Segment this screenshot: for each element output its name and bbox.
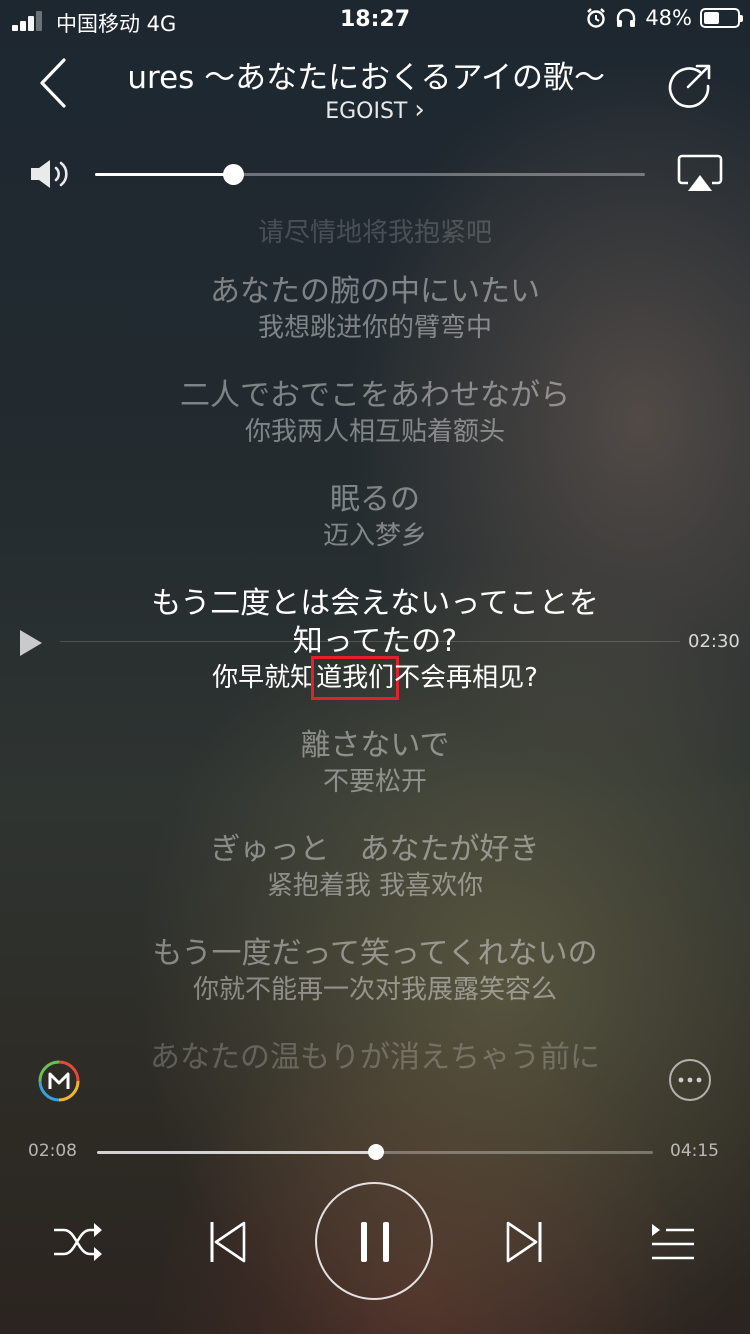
lyric-line: もう一度だって笑ってくれないの 你就不能再一次对我展露笑容么	[0, 935, 750, 1007]
lyric-line: 離さないで 不要松开	[0, 727, 750, 799]
lyric-line: あなたの腕の中にいたい 我想跳进你的臂弯中	[0, 273, 750, 345]
shuffle-icon[interactable]	[46, 1210, 110, 1274]
lyric-seek-time: 02:30	[688, 631, 740, 652]
lyric-cn-part: 不会再相见?	[394, 663, 538, 693]
lyric-cn: 迈入梦乡	[322, 521, 427, 551]
share-icon[interactable]	[664, 60, 714, 110]
headphones-icon	[617, 8, 636, 27]
lyric-jp-continued: 知ってたの?	[292, 624, 458, 659]
m-logo-icon[interactable]	[38, 1060, 80, 1102]
lyric-cn: 不要松开	[322, 767, 427, 797]
lyric-jp: 二人でおでこをあわせながら	[180, 378, 570, 413]
lyric-cn: 你就不能再一次对我展露笑容么	[192, 975, 557, 1005]
alarm-icon	[587, 8, 606, 28]
previous-icon[interactable]	[196, 1210, 260, 1274]
lyric-jp: もう一度だって笑ってくれないの	[152, 936, 598, 971]
song-title: Departures 〜あなたにおくるアイの歌〜	[130, 60, 605, 94]
lyric-cn: 紧抱着我 我喜欢你	[266, 871, 484, 901]
battery-percent: 48%	[645, 6, 692, 30]
lyric-jp: あなたの温もりが消えちゃう前に	[150, 1040, 600, 1075]
more-options-icon[interactable]	[668, 1058, 712, 1102]
lyric-cn-part: 你早就知	[212, 663, 317, 693]
lyric-jp: 離さないで	[300, 728, 450, 763]
artist-link[interactable]: EGOIST ›	[0, 95, 750, 125]
lyric-cn: 你早就知道我们不会再相见?	[0, 656, 750, 700]
pause-icon-bar	[361, 1222, 367, 1262]
playback-progress-slider[interactable]	[97, 1144, 653, 1160]
current-time: 02:08	[28, 1141, 77, 1161]
status-right-group: 48%	[585, 6, 743, 30]
battery-icon	[700, 8, 743, 28]
chevron-right-icon: ›	[414, 95, 425, 125]
play-from-line-icon[interactable]	[18, 628, 44, 658]
volume-slider[interactable]	[95, 164, 645, 185]
lyric-jp: あなたの腕の中にいたい	[210, 274, 540, 309]
lyric-cn: 我想跳进你的臂弯中	[257, 313, 492, 343]
lyric-cn: 请尽情地将我抱紧吧	[257, 218, 492, 248]
playlist-icon[interactable]	[640, 1210, 704, 1274]
lyric-cn: 你我两人相互贴着额头	[244, 417, 505, 447]
speaker-icon[interactable]	[28, 156, 72, 192]
lyric-line: 眠るの 迈入梦乡	[0, 481, 750, 553]
progress-thumb[interactable]	[368, 1144, 385, 1160]
status-bar: 中国移动 4G 18:27 48%	[0, 0, 750, 40]
lyric-line: 二人でおでこをあわせながら 你我两人相互贴着额头	[0, 377, 750, 449]
total-time: 04:15	[670, 1141, 719, 1161]
lyric-line-current: もう二度とは会えないってことを 知ってたの? 你早就知道我们不会再相见?	[0, 585, 750, 700]
lyric-line: 请尽情地将我抱紧吧	[0, 216, 750, 250]
lyric-jp: もう二度とは会えないってことを	[151, 586, 599, 621]
lyric-line: ぎゅっと あなたが好き 紧抱着我 我喜欢你	[0, 831, 750, 903]
lyric-jp: ぎゅっと あなたが好き	[210, 832, 540, 867]
volume-thumb[interactable]	[222, 164, 244, 185]
lyric-line: あなたの温もりが消えちゃう前に	[0, 1039, 750, 1077]
lyrics-panel[interactable]: 请尽情地将我抱紧吧 あなたの腕の中にいたい 我想跳进你的臂弯中 二人でおでこをあ…	[0, 200, 750, 1080]
pause-icon-bar	[383, 1222, 389, 1262]
next-icon[interactable]	[492, 1210, 556, 1274]
lyric-jp: 眠るの	[330, 482, 420, 517]
airplay-icon[interactable]	[676, 153, 724, 195]
volume-fill	[95, 173, 233, 176]
artist-name: EGOIST	[325, 99, 408, 124]
lyric-seek-line	[60, 641, 680, 642]
highlighted-text: 道我们	[311, 656, 400, 700]
progress-fill	[97, 1151, 377, 1154]
pause-button[interactable]	[315, 1182, 433, 1300]
song-title-marquee: Departures 〜あなたにおくるアイの歌〜	[130, 50, 605, 94]
